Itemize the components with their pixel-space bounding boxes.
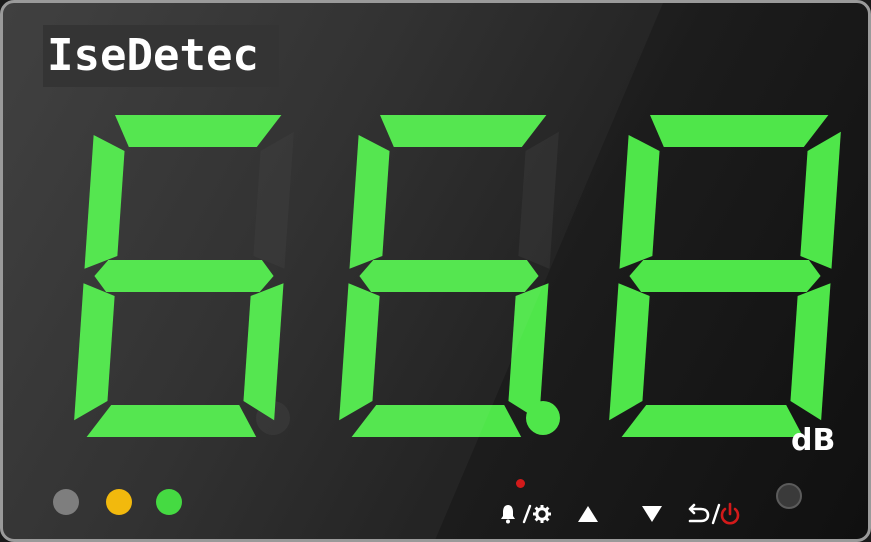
- segment-g-digit-2: [359, 260, 539, 292]
- sound-level-meter: IseDetec dB: [0, 0, 871, 542]
- segment-a-digit-3: [650, 115, 829, 147]
- segment-c-digit-1: [243, 283, 284, 421]
- segment-f-digit-3: [619, 135, 660, 269]
- segment-b-digit-3: [800, 131, 841, 269]
- segment-g-digit-1: [94, 260, 274, 292]
- segment-e-digit-3: [609, 283, 650, 421]
- segment-unlit: [518, 131, 559, 269]
- segment-unlit: [253, 131, 294, 269]
- unit-label: dB: [791, 423, 836, 458]
- decimal-point-lit: [526, 401, 560, 435]
- segment-f-digit-2: [349, 135, 390, 269]
- segment-d-digit-1: [86, 405, 257, 437]
- alarm-indicator-dot: [516, 479, 525, 488]
- alarm-settings-button[interactable]: [499, 499, 553, 529]
- status-led-gray: [53, 489, 79, 515]
- segment-c-digit-3: [790, 283, 831, 421]
- status-led-yellow: [106, 489, 132, 515]
- segment-e-digit-2: [339, 283, 380, 421]
- brand-logo: IseDetec: [43, 25, 279, 87]
- back-power-button[interactable]: [685, 499, 743, 529]
- bell-gear-icon: [501, 504, 551, 524]
- triangle-down-icon: [642, 506, 662, 522]
- segment-c-digit-2: [508, 283, 549, 421]
- triangle-up-icon: [578, 506, 598, 522]
- segment-a-digit-1: [115, 115, 282, 147]
- segment-a-digit-2: [380, 115, 547, 147]
- back-power-icon: [688, 502, 740, 525]
- power-button[interactable]: [776, 483, 802, 509]
- segment-e-digit-1: [74, 283, 115, 421]
- segment-d-digit-2: [351, 405, 522, 437]
- up-button[interactable]: [573, 499, 603, 529]
- status-led-green: [156, 489, 182, 515]
- down-button[interactable]: [637, 499, 667, 529]
- segment-f-digit-1: [84, 135, 125, 269]
- segment-g-digit-3: [629, 260, 821, 292]
- segment-d-digit-3: [621, 405, 804, 437]
